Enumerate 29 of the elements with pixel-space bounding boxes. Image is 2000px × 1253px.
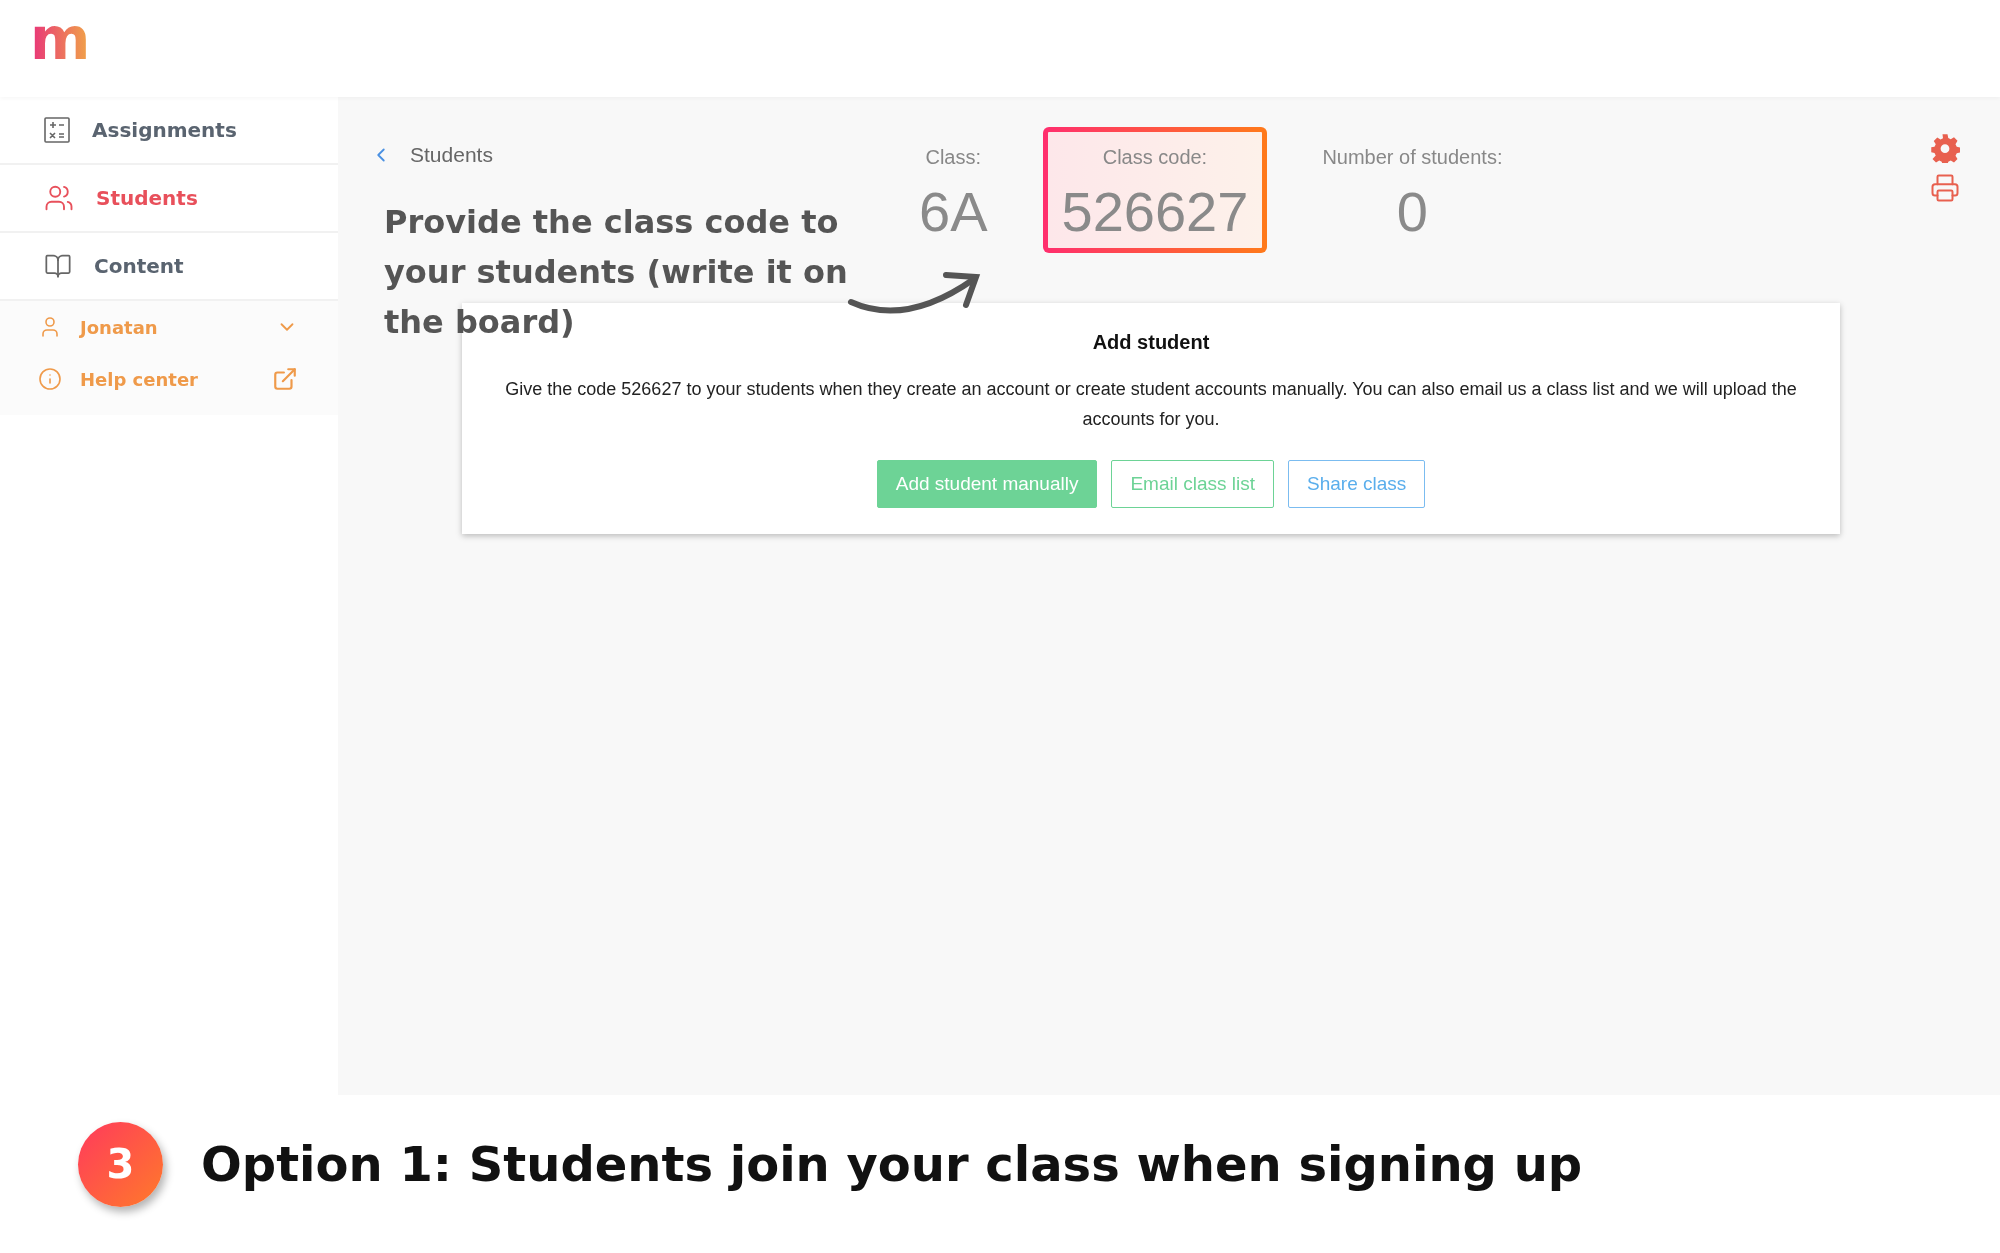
step-badge: 3 (78, 1121, 163, 1207)
info-icon (38, 367, 62, 391)
dialog-button[interactable]: Email class list (1111, 460, 1274, 508)
people-icon (44, 183, 74, 213)
stat-value: 6A (919, 179, 988, 244)
settings-icon[interactable] (1930, 133, 1960, 163)
calculator-icon (44, 117, 70, 143)
help-label: Help center (80, 368, 198, 390)
book-icon (44, 252, 72, 280)
dialog-button[interactable]: Share class (1288, 460, 1426, 508)
sidebar-item[interactable]: Content (0, 233, 338, 301)
stat-label: Class: (925, 146, 982, 169)
sidebar-item[interactable]: Students (0, 165, 338, 233)
stat-value: 526627 (1061, 179, 1249, 244)
stat-value: 0 (1396, 179, 1428, 244)
annotation-text: Provide the class code to your students (write it on the board) (384, 202, 849, 343)
help-link[interactable]: Help center (0, 353, 338, 405)
account-menu[interactable]: Jonatan (0, 301, 338, 353)
caption-text: Option 1: Students join your class when signing up (201, 1136, 1583, 1192)
dialog-text: Give the code 526627 to your students when they create an account or create student accounts manually. You can also email us a class list and we will upload the accounts for you. (504, 378, 1798, 431)
dialog-title: Add student (1092, 331, 1210, 354)
account-name: Jonatan (80, 316, 158, 338)
printer-icon[interactable] (1930, 173, 1960, 203)
stat-label: Class code: (1102, 146, 1208, 169)
stat-label: Number of students: (1322, 146, 1503, 169)
back-link[interactable]: Students (370, 143, 900, 167)
external-link-icon (272, 366, 298, 392)
sidebar-item[interactable]: Assignments (0, 97, 338, 165)
dialog-button[interactable]: Add student manually (876, 460, 1098, 508)
